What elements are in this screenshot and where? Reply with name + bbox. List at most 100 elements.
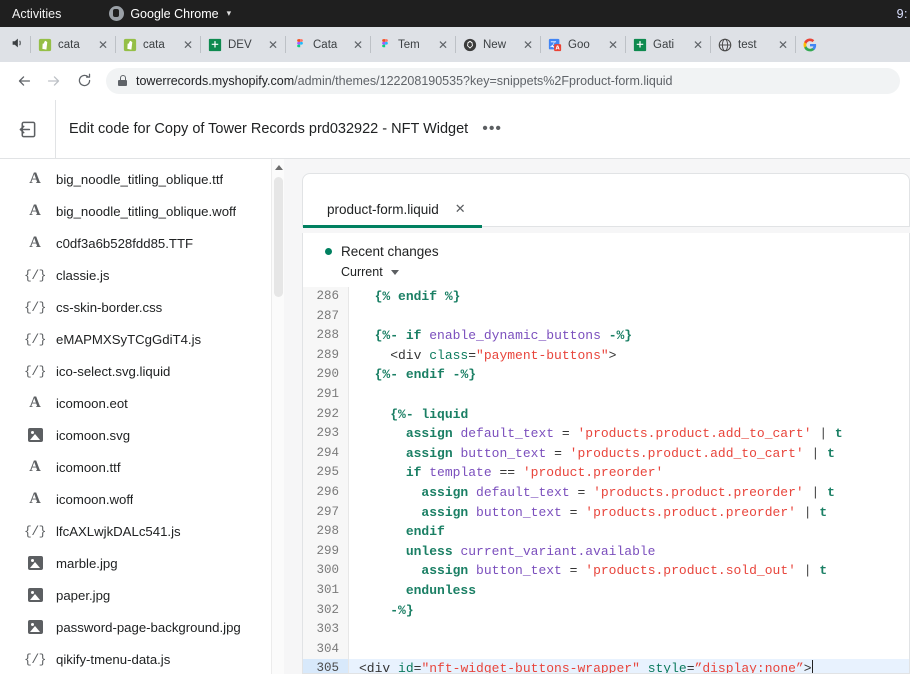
forward-button[interactable] bbox=[40, 67, 68, 95]
file-list-item[interactable]: {/}eMAPMXSyTCgGdiT4.js bbox=[0, 323, 284, 355]
file-list-item[interactable]: Aicomoon.eot bbox=[0, 387, 284, 419]
browser-tab[interactable]: DEV✕ bbox=[201, 28, 285, 62]
file-name: icomoon.woff bbox=[56, 492, 133, 507]
browser-toolbar: towerrecords.myshopify.com/admin/themes/… bbox=[0, 62, 910, 100]
code-line[interactable]: 288 {%- if enable_dynamic_buttons -%} bbox=[303, 326, 909, 346]
code-line[interactable]: 299 unless current_variant.available bbox=[303, 542, 909, 562]
code-line[interactable]: 293 assign default_text = 'products.prod… bbox=[303, 424, 909, 444]
sidebar-scrollbar[interactable] bbox=[271, 159, 284, 674]
code-file-icon: {/} bbox=[26, 332, 44, 347]
close-icon[interactable]: ✕ bbox=[353, 39, 363, 51]
recent-changes-header: Recent changes bbox=[325, 244, 909, 259]
text-cursor bbox=[812, 660, 814, 674]
mute-tab-icon[interactable] bbox=[4, 36, 30, 53]
code-line[interactable]: 300 assign button_text = 'products.produ… bbox=[303, 561, 909, 581]
browser-tab[interactable]: Tem✕ bbox=[371, 28, 455, 62]
browser-tab[interactable] bbox=[796, 28, 819, 62]
code-line[interactable]: 294 assign button_text = 'products.produ… bbox=[303, 444, 909, 464]
close-icon[interactable]: ✕ bbox=[693, 39, 703, 51]
figma-icon bbox=[378, 38, 392, 52]
close-icon[interactable]: ✕ bbox=[438, 39, 448, 51]
code-line[interactable]: 302 -%} bbox=[303, 601, 909, 621]
code-line[interactable]: 289 <div class="payment-buttons"> bbox=[303, 346, 909, 366]
close-icon[interactable]: ✕ bbox=[608, 39, 618, 51]
url-path: /admin/themes/122208190535?key=snippets%… bbox=[294, 74, 672, 88]
back-button[interactable] bbox=[10, 67, 38, 95]
active-app-label: Google Chrome bbox=[130, 7, 218, 21]
code-editor[interactable]: 286 {% endif %}287288 {%- if enable_dyna… bbox=[302, 287, 910, 674]
version-select[interactable]: Current bbox=[341, 265, 909, 279]
close-icon[interactable]: ✕ bbox=[778, 39, 788, 51]
code-line[interactable]: 287 bbox=[303, 307, 909, 327]
code-line[interactable]: 296 assign default_text = 'products.prod… bbox=[303, 483, 909, 503]
file-list-item[interactable]: {/}cs-skin-border.css bbox=[0, 291, 284, 323]
active-app-menu[interactable]: Google Chrome ▾ bbox=[109, 6, 231, 21]
figma-icon bbox=[293, 38, 307, 52]
editor-tab-product-form[interactable]: product-form.liquid ✕ bbox=[303, 174, 482, 228]
file-list-item[interactable]: password-page-background.jpg bbox=[0, 611, 284, 643]
reload-button[interactable] bbox=[70, 67, 98, 95]
browser-tab[interactable]: New✕ bbox=[456, 28, 540, 62]
browser-tab[interactable]: Cata✕ bbox=[286, 28, 370, 62]
activities-button[interactable]: Activities bbox=[0, 7, 73, 21]
browser-tab[interactable]: Goo✕ bbox=[541, 28, 625, 62]
code-token: t bbox=[819, 563, 827, 578]
code-line-active[interactable]: 305<div id="nft-widget-buttons-wrapper" … bbox=[303, 659, 909, 674]
code-line-text: unless current_variant.available bbox=[349, 542, 909, 562]
file-list-item[interactable]: marble.jpg bbox=[0, 547, 284, 579]
code-token: assign bbox=[421, 485, 468, 500]
code-token: 'products.product.sold_out' bbox=[585, 563, 796, 578]
code-line[interactable]: 301 endunless bbox=[303, 581, 909, 601]
active-tab-indicator bbox=[303, 225, 482, 228]
line-number: 299 bbox=[303, 542, 349, 562]
code-line[interactable]: 303 bbox=[303, 620, 909, 640]
browser-tab[interactable]: cata✕ bbox=[31, 28, 115, 62]
file-list-item[interactable]: {/}qikify-tmenu-data.js bbox=[0, 643, 284, 674]
close-icon[interactable]: ✕ bbox=[268, 39, 278, 51]
code-line[interactable]: 297 assign button_text = 'products.produ… bbox=[303, 503, 909, 523]
file-list-item[interactable]: Aicomoon.ttf bbox=[0, 451, 284, 483]
code-line[interactable]: 286 {% endif %} bbox=[303, 287, 909, 307]
google-translate-icon bbox=[548, 38, 562, 52]
file-list-item[interactable]: Ac0df3a6b528fdd85.TTF bbox=[0, 227, 284, 259]
address-bar[interactable]: towerrecords.myshopify.com/admin/themes/… bbox=[106, 68, 900, 94]
code-line[interactable]: 291 bbox=[303, 385, 909, 405]
more-actions-button[interactable]: ••• bbox=[482, 120, 502, 138]
close-icon[interactable]: ✕ bbox=[183, 39, 193, 51]
code-token: = bbox=[687, 661, 695, 674]
file-list-item[interactable]: Abig_noodle_titling_oblique.ttf bbox=[0, 163, 284, 195]
code-token: == bbox=[492, 465, 523, 480]
code-token: assign bbox=[406, 426, 453, 441]
code-token bbox=[468, 505, 476, 520]
file-list-item[interactable]: paper.jpg bbox=[0, 579, 284, 611]
code-token bbox=[468, 563, 476, 578]
os-clock[interactable]: 9: bbox=[897, 7, 908, 21]
file-list-item[interactable]: icomoon.svg bbox=[0, 419, 284, 451]
code-line[interactable]: 304 bbox=[303, 640, 909, 660]
close-icon[interactable]: ✕ bbox=[523, 39, 533, 51]
browser-tab[interactable]: Gati✕ bbox=[626, 28, 710, 62]
file-list-item[interactable]: Aicomoon.woff bbox=[0, 483, 284, 515]
code-line[interactable]: 295 if template == 'product.preorder' bbox=[303, 463, 909, 483]
code-line[interactable]: 290 {%- endif -%} bbox=[303, 365, 909, 385]
scrollbar-thumb[interactable] bbox=[274, 177, 283, 297]
code-token bbox=[359, 563, 421, 578]
file-list-item[interactable]: {/}classie.js bbox=[0, 259, 284, 291]
code-token: t bbox=[827, 446, 835, 461]
code-line[interactable]: 298 endif bbox=[303, 522, 909, 542]
file-list-item[interactable]: {/}ico-select.svg.liquid bbox=[0, 355, 284, 387]
close-icon[interactable]: ✕ bbox=[455, 201, 466, 217]
line-number: 304 bbox=[303, 640, 349, 660]
exit-code-editor-button[interactable] bbox=[0, 100, 56, 158]
browser-tab[interactable]: cata✕ bbox=[116, 28, 200, 62]
code-line[interactable]: 292 {%- liquid bbox=[303, 405, 909, 425]
file-list-item[interactable]: Abig_noodle_titling_oblique.woff bbox=[0, 195, 284, 227]
code-token bbox=[359, 465, 406, 480]
line-number: 297 bbox=[303, 503, 349, 523]
close-icon[interactable]: ✕ bbox=[98, 39, 108, 51]
line-number: 300 bbox=[303, 561, 349, 581]
code-token bbox=[359, 407, 390, 422]
file-list-item[interactable]: {/}lfcAXLwjkDALc541.js bbox=[0, 515, 284, 547]
scroll-up-arrow-icon[interactable] bbox=[275, 165, 283, 170]
browser-tab[interactable]: test✕ bbox=[711, 28, 795, 62]
